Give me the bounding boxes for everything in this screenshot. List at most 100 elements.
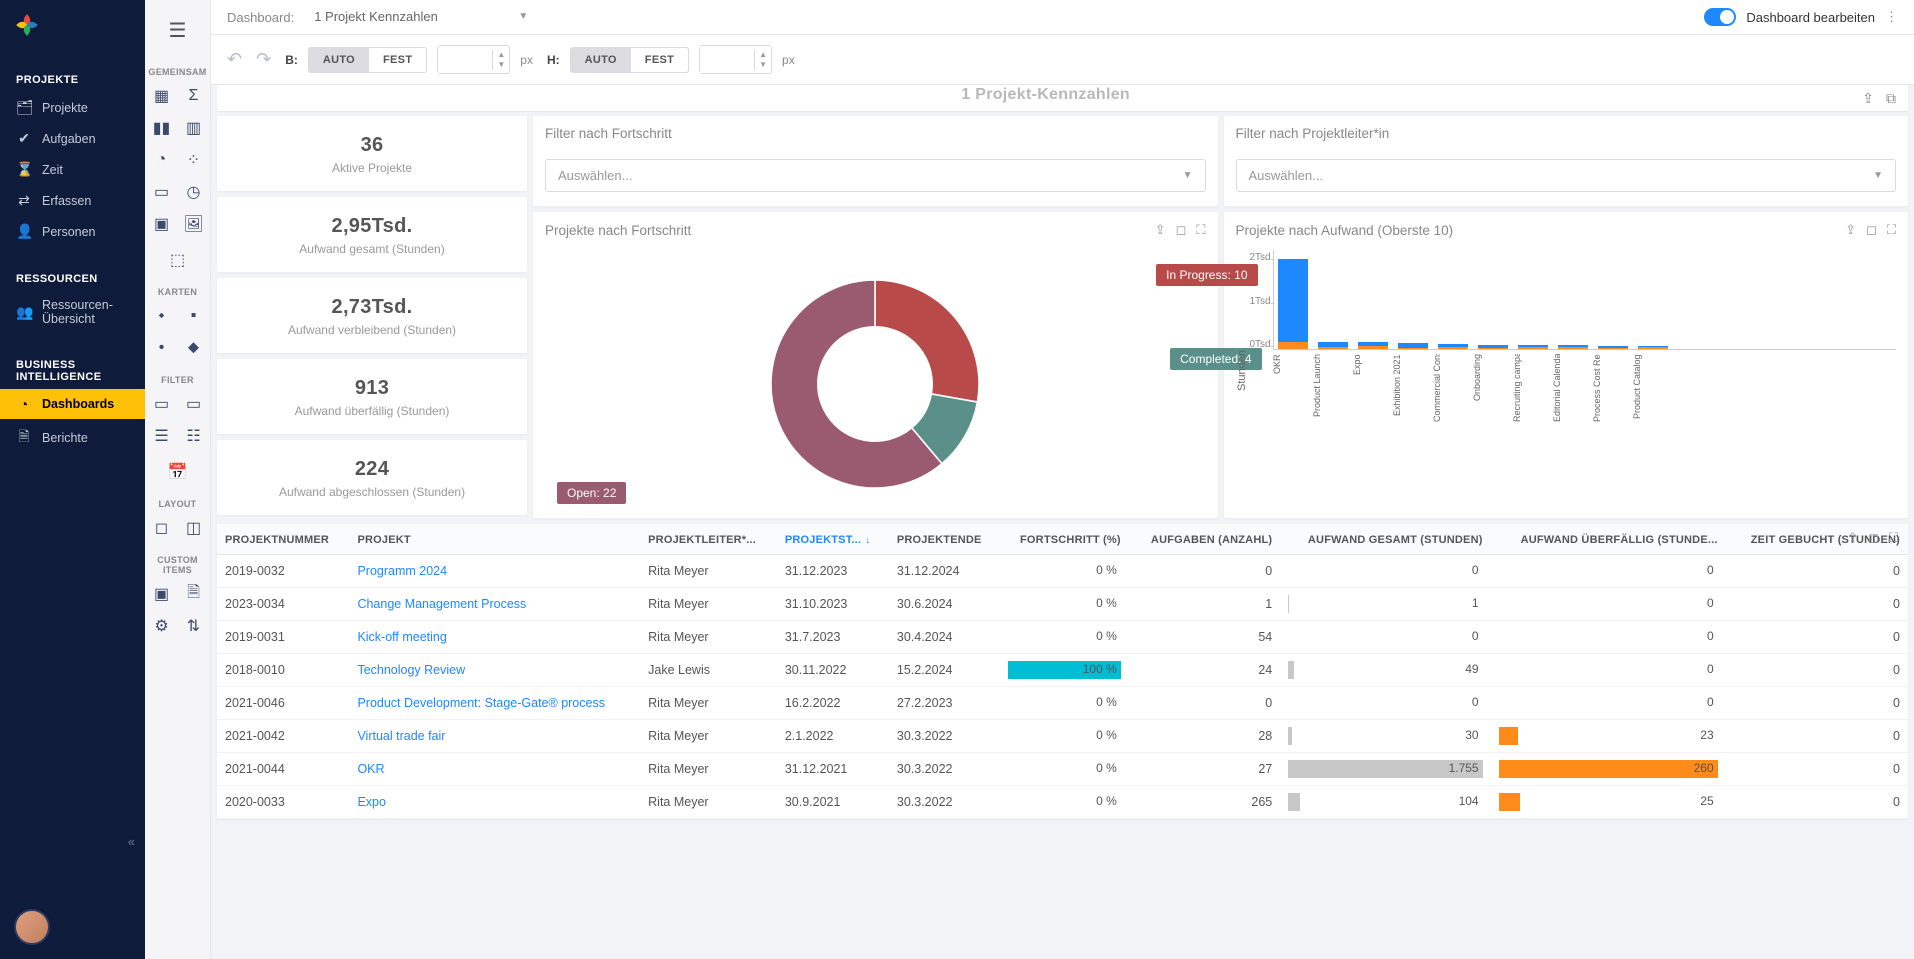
bar[interactable]: [1278, 259, 1308, 349]
bar[interactable]: [1518, 345, 1548, 349]
nav-capture[interactable]: ⇄Erfassen: [0, 185, 145, 216]
metric-card[interactable]: 2,73Tsd.Aufwand verbleibend (Stunden): [217, 278, 527, 353]
table-row[interactable]: 2018-0010Technology ReviewJake Lewis30.1…: [217, 654, 1908, 687]
project-link[interactable]: Product Development: Stage-Gate® process: [357, 696, 605, 710]
redo-icon[interactable]: ↷: [256, 49, 271, 70]
project-link[interactable]: Virtual trade fair: [357, 729, 445, 743]
bar[interactable]: [1438, 344, 1468, 349]
width-up-icon[interactable]: ▲: [493, 50, 509, 60]
widget-card4-icon[interactable]: ⬥: [181, 335, 207, 361]
widget-column-icon[interactable]: ▥: [181, 115, 207, 141]
hamburger-icon[interactable]: ☰: [169, 0, 187, 61]
widget-container-icon[interactable]: ▣: [149, 211, 175, 237]
filter-lead-select[interactable]: Auswählen... ▼: [1236, 159, 1897, 192]
widget-custom4-icon[interactable]: ⇅: [181, 613, 207, 639]
table-header[interactable]: PROJEKTST...↓: [777, 524, 889, 555]
widget-layout2-icon[interactable]: ◫: [181, 515, 207, 541]
project-link[interactable]: Expo: [357, 795, 386, 809]
export-icon[interactable]: ⇪: [1862, 90, 1874, 107]
widget-filter3-icon[interactable]: ☰: [149, 423, 175, 449]
bar[interactable]: [1598, 346, 1628, 350]
height-fixed-button[interactable]: FEST: [631, 48, 688, 72]
metric-card[interactable]: 913Aufwand überfällig (Stunden): [217, 359, 527, 434]
width-down-icon[interactable]: ▼: [493, 60, 509, 70]
fullscreen-icon[interactable]: ⛶: [1889, 530, 1898, 546]
project-link[interactable]: Kick-off meeting: [357, 630, 446, 644]
bar[interactable]: [1398, 343, 1428, 350]
bar[interactable]: [1478, 345, 1508, 349]
export-icon[interactable]: ⇪: [1847, 530, 1858, 546]
widget-image-icon[interactable]: 🖼: [181, 211, 207, 237]
fullscreen-icon[interactable]: ⛶: [1887, 222, 1896, 238]
widget-grid-icon[interactable]: ▦: [149, 83, 175, 109]
widget-card1-icon[interactable]: ⬩: [149, 303, 175, 329]
widget-card2-icon[interactable]: ▪: [181, 303, 207, 329]
widget-scatter-icon[interactable]: ⁘: [181, 147, 207, 173]
nav-projects[interactable]: 🗂Projekte: [0, 92, 145, 123]
nav-dashboards[interactable]: ◔Dashboards: [0, 389, 145, 419]
widget-gauge-icon[interactable]: ◷: [181, 179, 207, 205]
table-row[interactable]: 2019-0031Kick-off meetingRita Meyer31.7.…: [217, 621, 1908, 654]
fullscreen-icon[interactable]: ⛶: [1196, 222, 1205, 238]
widget-text-icon[interactable]: ▭: [149, 179, 175, 205]
table-header[interactable]: AUFWAND ÜBERFÄLLIG (STUNDE...: [1491, 524, 1726, 555]
widget-filter1-icon[interactable]: ▭: [149, 391, 175, 417]
table-header[interactable]: PROJEKTENDE: [889, 524, 1000, 555]
user-avatar[interactable]: [14, 909, 50, 945]
widget-custom2-icon[interactable]: 🗎: [181, 581, 207, 607]
nav-persons[interactable]: 👤Personen: [0, 216, 145, 247]
dashboard-select[interactable]: 1 Projekt Kennzahlen ▼: [306, 5, 536, 29]
table-header[interactable]: AUFGABEN (ANZAHL): [1129, 524, 1280, 555]
donut-chart[interactable]: In Progress: 10 Completed: 4 Open: 22: [533, 244, 1218, 518]
height-input[interactable]: [700, 46, 754, 73]
maximize-icon[interactable]: ◻: [1866, 222, 1877, 238]
project-link[interactable]: Change Management Process: [357, 597, 526, 611]
maximize-icon[interactable]: ◻: [1176, 222, 1187, 238]
height-auto-button[interactable]: AUTO: [571, 48, 631, 72]
project-link[interactable]: Technology Review: [357, 663, 465, 677]
metric-card[interactable]: 36Aktive Projekte: [217, 116, 527, 191]
bar[interactable]: [1638, 346, 1668, 350]
bar[interactable]: [1318, 342, 1348, 350]
table-header[interactable]: PROJEKT: [349, 524, 640, 555]
maximize-icon[interactable]: ◻: [1868, 530, 1879, 546]
filter-progress-select[interactable]: Auswählen... ▼: [545, 159, 1206, 192]
widget-barchart-icon[interactable]: ▮▮: [149, 115, 175, 141]
widget-custom3-icon[interactable]: ⚙: [149, 613, 175, 639]
table-header[interactable]: PROJEKTLEITER*...: [640, 524, 777, 555]
table-header[interactable]: PROJEKTNUMMER: [217, 524, 349, 555]
widget-kpi-icon[interactable]: ⬚: [165, 247, 191, 273]
undo-icon[interactable]: ↶: [227, 49, 242, 70]
collapse-sidebar-icon[interactable]: «: [128, 834, 135, 849]
table-row[interactable]: 2019-0032Programm 2024Rita Meyer31.12.20…: [217, 555, 1908, 588]
table-row[interactable]: 2020-0033ExpoRita Meyer30.9.202130.3.202…: [217, 786, 1908, 819]
widget-date-icon[interactable]: 📅: [165, 459, 191, 485]
widget-layout1-icon[interactable]: ◻: [149, 515, 175, 541]
widget-card3-icon[interactable]: •: [149, 335, 175, 361]
table-header[interactable]: FORTSCHRITT (%): [1000, 524, 1129, 555]
project-link[interactable]: Programm 2024: [357, 564, 447, 578]
project-link[interactable]: OKR: [357, 762, 384, 776]
nav-reports[interactable]: 🗎Berichte: [0, 419, 145, 457]
edit-toggle[interactable]: [1704, 8, 1736, 26]
export-icon[interactable]: ⇪: [1155, 222, 1166, 238]
bar-chart[interactable]: Stunden 2Tsd.1Tsd.0Tsd. OKRProduct Launc…: [1224, 244, 1909, 436]
kebab-icon[interactable]: ⋮: [1885, 9, 1898, 25]
nav-resource-overview[interactable]: 👥Ressourcen-Übersicht: [0, 291, 145, 333]
widget-sigma-icon[interactable]: Σ: [181, 83, 207, 109]
nav-tasks[interactable]: ✔Aufgaben: [0, 123, 145, 154]
widget-filter2-icon[interactable]: ▭: [181, 391, 207, 417]
table-row[interactable]: 2021-0042Virtual trade fairRita Meyer2.1…: [217, 720, 1908, 753]
width-input[interactable]: [438, 46, 492, 73]
metric-card[interactable]: 2,95Tsd.Aufwand gesamt (Stunden): [217, 197, 527, 272]
width-fixed-button[interactable]: FEST: [369, 48, 426, 72]
height-up-icon[interactable]: ▲: [755, 50, 771, 60]
bar[interactable]: [1558, 345, 1588, 349]
widget-pie-icon[interactable]: ◔: [149, 147, 175, 173]
width-auto-button[interactable]: AUTO: [309, 48, 369, 72]
nav-time[interactable]: ⌛Zeit: [0, 154, 145, 185]
table-row[interactable]: 2021-0044OKRRita Meyer31.12.202130.3.202…: [217, 753, 1908, 786]
widget-custom1-icon[interactable]: ▣: [149, 581, 175, 607]
parameters-icon[interactable]: ⧉: [1886, 90, 1896, 107]
table-header[interactable]: AUFWAND GESAMT (STUNDEN): [1280, 524, 1490, 555]
